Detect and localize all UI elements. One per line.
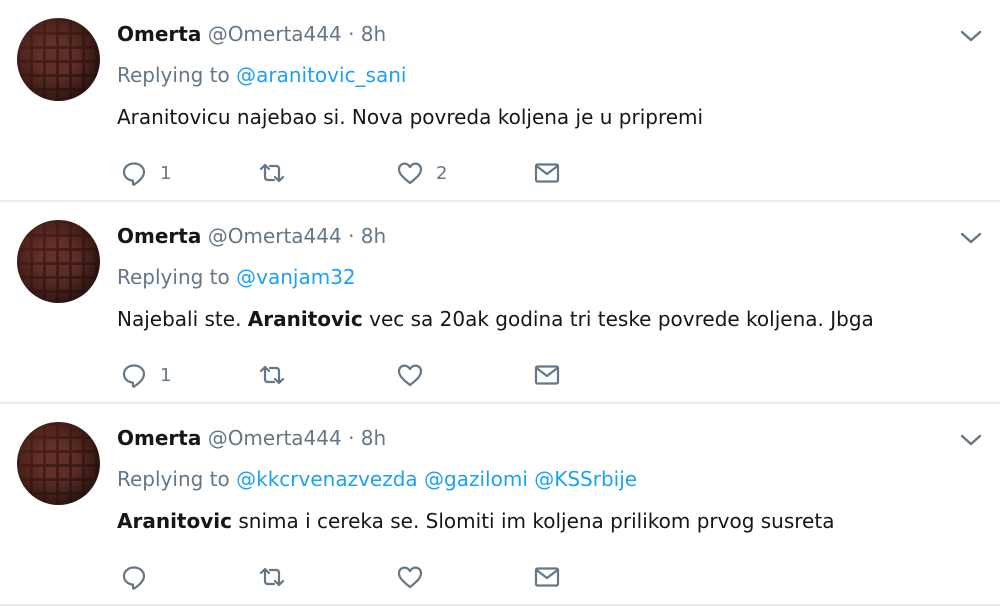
display-name[interactable]: Omerta <box>117 22 201 46</box>
username[interactable]: @Omerta444 <box>208 22 342 46</box>
tweet-actions: 1 2 <box>120 158 580 188</box>
tweet-header: Omerta @Omerta444 · 8h <box>117 424 386 452</box>
timestamp[interactable]: 8h <box>361 224 386 248</box>
heart-icon <box>397 566 423 589</box>
avatar[interactable] <box>17 18 100 101</box>
mention-link[interactable]: @kkcrvenazvezda <box>236 467 418 491</box>
like-count: 2 <box>436 162 448 184</box>
retweet-button[interactable] <box>258 158 298 188</box>
retweet-button[interactable] <box>258 562 298 592</box>
direct-message-button[interactable] <box>533 158 561 188</box>
replying-to: Replying to @vanjam32 <box>117 263 356 291</box>
tweet-text-bold: Aranitovic <box>117 509 232 533</box>
retweet-icon <box>259 163 285 183</box>
retweet-button[interactable] <box>258 360 298 390</box>
heart-icon <box>397 364 423 387</box>
mention-link[interactable]: @aranitovic_sani <box>236 63 406 87</box>
tweet-actions: 1 <box>120 360 580 390</box>
envelope-icon <box>534 567 560 587</box>
timestamp[interactable]: 8h <box>361 22 386 46</box>
retweet-icon <box>259 365 285 385</box>
display-name[interactable]: Omerta <box>117 224 201 248</box>
tweet-header: Omerta @Omerta444 · 8h <box>117 20 386 48</box>
reply-count: 1 <box>160 162 172 184</box>
tweet-text: Najebali ste. Aranitovic vec sa 20ak god… <box>117 305 874 333</box>
reply-count: 1 <box>160 364 172 386</box>
retweet-icon <box>259 567 285 587</box>
chevron-down-icon[interactable] <box>958 26 984 46</box>
replying-to-label: Replying to <box>117 265 230 289</box>
mention-link[interactable]: @vanjam32 <box>236 265 356 289</box>
replying-to-label: Replying to <box>117 467 230 491</box>
separator-dot: · <box>348 224 355 248</box>
tweet[interactable]: Omerta @Omerta444 · 8h Replying to @vanj… <box>0 202 1000 404</box>
like-button[interactable] <box>396 562 436 592</box>
replying-to: Replying to @aranitovic_sani <box>117 61 406 89</box>
envelope-icon <box>534 163 560 183</box>
like-button[interactable]: 2 <box>396 158 447 188</box>
mention-link[interactable]: @KSSrbije <box>534 467 637 491</box>
tweet-text-bold: Aranitovic <box>247 307 363 331</box>
separator-dot: · <box>348 22 355 46</box>
direct-message-button[interactable] <box>533 562 561 592</box>
tweet-actions <box>120 562 580 592</box>
tweet[interactable]: Omerta @Omerta444 · 8h Replying to @aran… <box>0 0 1000 202</box>
reply-icon <box>122 364 146 388</box>
avatar[interactable] <box>17 220 100 303</box>
timestamp[interactable]: 8h <box>361 426 386 450</box>
username[interactable]: @Omerta444 <box>208 224 342 248</box>
display-name[interactable]: Omerta <box>117 426 201 450</box>
direct-message-button[interactable] <box>533 360 561 390</box>
reply-icon <box>122 566 146 590</box>
username[interactable]: @Omerta444 <box>208 426 342 450</box>
reply-icon <box>122 162 146 186</box>
reply-button[interactable] <box>120 562 160 592</box>
tweet[interactable]: Omerta @Omerta444 · 8h Replying to @kkcr… <box>0 404 1000 606</box>
tweet-text: Aranitovic snima i cereka se. Slomiti im… <box>117 507 834 535</box>
replying-to-label: Replying to <box>117 63 230 87</box>
separator-dot: · <box>348 426 355 450</box>
chevron-down-icon[interactable] <box>958 430 984 450</box>
like-button[interactable] <box>396 360 436 390</box>
tweet-text-body: vec sa 20ak godina tri teske povrede kol… <box>362 307 874 331</box>
tweet-text-body: snima i cereka se. Slomiti im koljena pr… <box>231 509 835 533</box>
tweet-text-pre: Najebali ste. <box>117 307 248 331</box>
replying-to: Replying to @kkcrvenazvezda @gazilomi @K… <box>117 465 637 493</box>
reply-button[interactable]: 1 <box>120 360 171 390</box>
avatar[interactable] <box>17 422 100 505</box>
reply-button[interactable]: 1 <box>120 158 171 188</box>
tweet-text-body: Aranitovicu najebao si. Nova povreda kol… <box>117 105 704 129</box>
envelope-icon <box>534 365 560 385</box>
chevron-down-icon[interactable] <box>958 228 984 248</box>
tweet-text: Aranitovicu najebao si. Nova povreda kol… <box>117 103 703 131</box>
tweet-header: Omerta @Omerta444 · 8h <box>117 222 386 250</box>
heart-icon <box>397 162 423 185</box>
mention-link[interactable]: @gazilomi <box>424 467 528 491</box>
